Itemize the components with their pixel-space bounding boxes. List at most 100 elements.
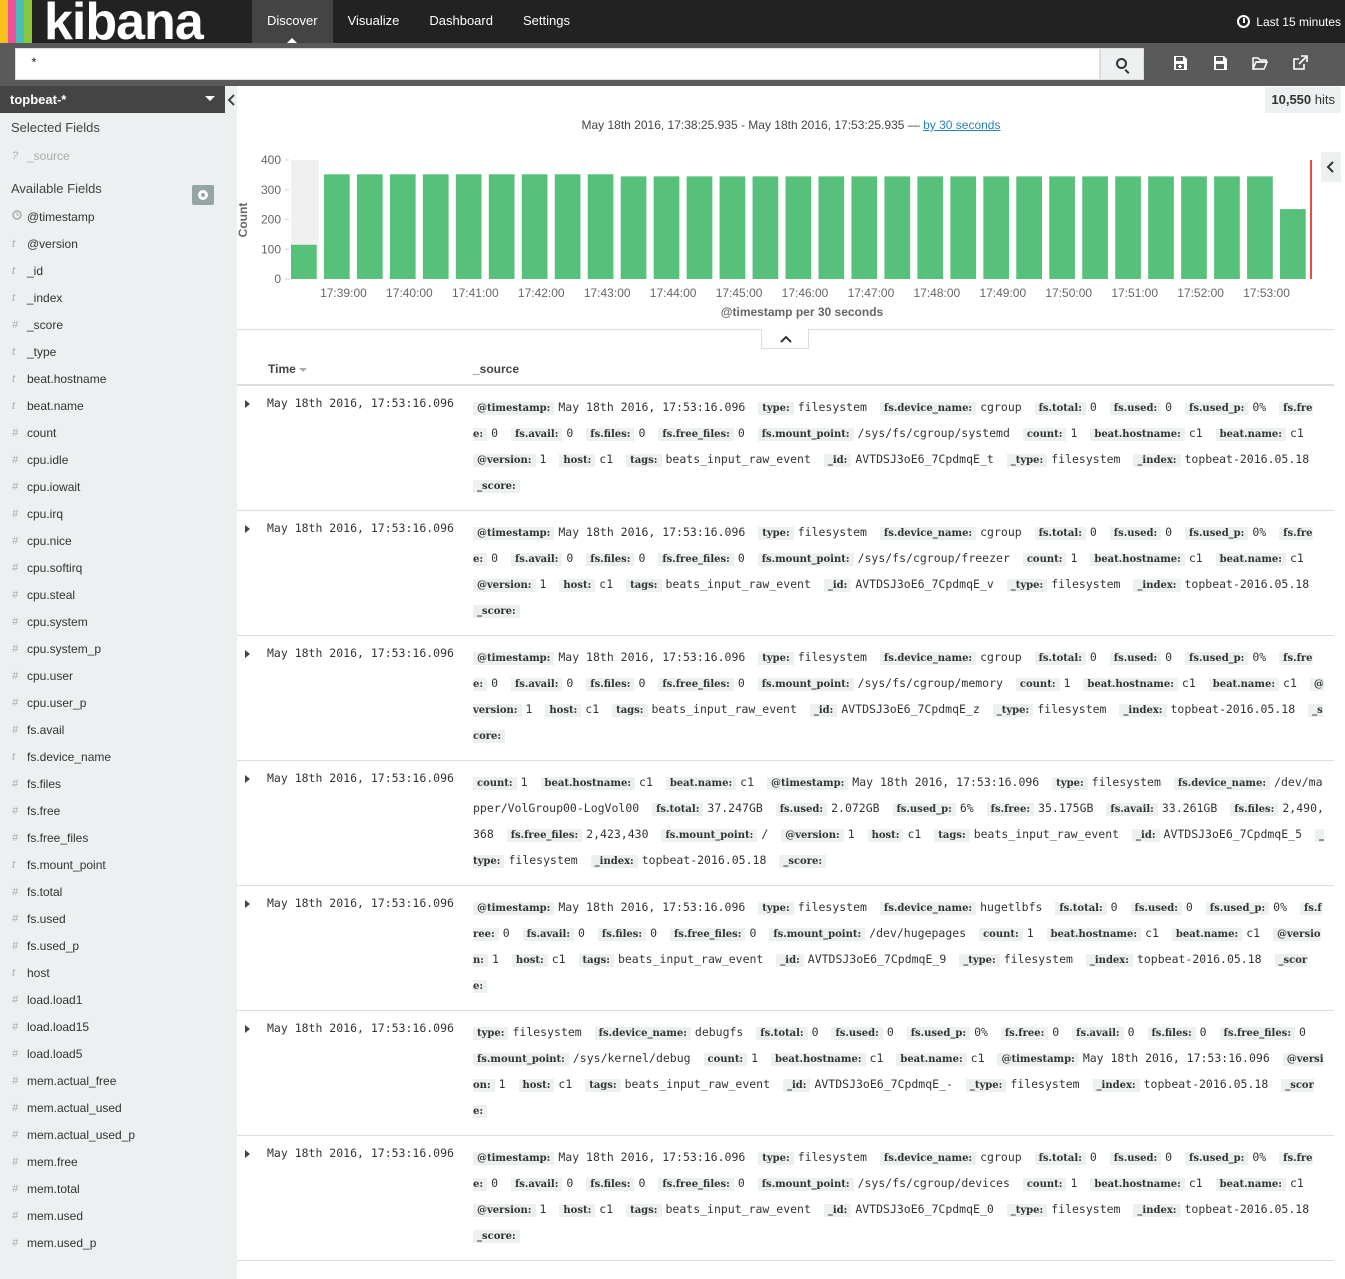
field-fs-files[interactable]: # fs.files bbox=[0, 771, 237, 798]
source-value: /dev/hugepages bbox=[869, 926, 967, 940]
expand-row-icon[interactable] bbox=[245, 775, 250, 783]
x-tick-label: 17:41:00 bbox=[452, 286, 499, 300]
field-cpu-system[interactable]: # cpu.system bbox=[0, 609, 237, 636]
source-value: beats_input_raw_event bbox=[651, 702, 797, 716]
source-key: fs.free_files: bbox=[669, 928, 746, 941]
field-fs-free[interactable]: # fs.free bbox=[0, 798, 237, 825]
source-key: _index: bbox=[1133, 454, 1181, 467]
field-cpu-iowait[interactable]: # cpu.iowait bbox=[0, 474, 237, 501]
field-mem-used-p[interactable]: # mem.used_p bbox=[0, 1230, 237, 1257]
field-cpu-nice[interactable]: # cpu.nice bbox=[0, 528, 237, 555]
table-row[interactable]: May 18th 2016, 17:53:16.096 type: filesyst… bbox=[237, 1011, 1334, 1136]
histogram-bar bbox=[521, 174, 548, 279]
field-mem-actual-used[interactable]: # mem.actual_used bbox=[0, 1095, 237, 1122]
field-mem-actual-free[interactable]: # mem.actual_free bbox=[0, 1068, 237, 1095]
field-load-load1[interactable]: # load.load1 bbox=[0, 987, 237, 1014]
field-fs-used-p[interactable]: # fs.used_p bbox=[0, 933, 237, 960]
row-source: @timestamp: May 18th 2016, 17:53:16.096 t… bbox=[473, 1145, 1325, 1249]
chart-collapse-tab[interactable] bbox=[1321, 152, 1341, 182]
share-search-icon[interactable] bbox=[1292, 55, 1308, 71]
field-mem-total[interactable]: # mem.total bbox=[0, 1176, 237, 1203]
nav-discover[interactable]: Discover bbox=[252, 0, 333, 43]
string-field-icon: t bbox=[12, 967, 16, 979]
field-version[interactable]: t @version bbox=[0, 231, 237, 258]
field-load-load5[interactable]: # load.load5 bbox=[0, 1041, 237, 1068]
table-row[interactable]: May 18th 2016, 17:53:16.096 @timestamp: Ma… bbox=[237, 1136, 1334, 1261]
source-key: @version: bbox=[781, 829, 844, 842]
field-beat-name[interactable]: t beat.name bbox=[0, 393, 237, 420]
table-row[interactable]: May 18th 2016, 17:53:16.096 @timestamp: Ma… bbox=[237, 886, 1334, 1011]
string-field-icon: t bbox=[12, 292, 16, 304]
histogram-bar bbox=[1247, 176, 1273, 279]
x-tick-label: 17:50:00 bbox=[1045, 286, 1092, 300]
index-pattern-selector[interactable]: topbeat-* bbox=[0, 86, 225, 113]
table-row[interactable]: May 18th 2016, 17:53:16.096 @timestamp: Ma… bbox=[237, 386, 1334, 511]
field-mem-actual-used-p[interactable]: # mem.actual_used_p bbox=[0, 1122, 237, 1149]
nav-settings[interactable]: Settings bbox=[508, 0, 585, 43]
collapse-chart-button[interactable] bbox=[761, 329, 809, 349]
expand-row-icon[interactable] bbox=[245, 525, 250, 533]
field-host[interactable]: t host bbox=[0, 960, 237, 987]
source-key: beat.hostname: bbox=[540, 777, 636, 790]
source-key: _id: bbox=[809, 704, 838, 717]
source-key: fs.used: bbox=[1109, 1152, 1162, 1165]
field-fs-avail[interactable]: # fs.avail bbox=[0, 717, 237, 744]
table-row[interactable]: May 18th 2016, 17:53:16.096 @timestamp: Ma… bbox=[237, 636, 1334, 761]
top-nav: kibana Discover Visualize Dashboard Setting… bbox=[0, 0, 1345, 43]
source-key: host: bbox=[559, 1204, 596, 1217]
table-row[interactable]: May 18th 2016, 17:53:16.096 @timestamp: Ma… bbox=[237, 511, 1334, 636]
open-search-icon[interactable] bbox=[1251, 55, 1269, 71]
table-row[interactable]: May 18th 2016, 17:53:16.096 count: 1 beat.… bbox=[237, 761, 1334, 886]
source-key: @timestamp: bbox=[473, 902, 555, 915]
interval-link[interactable]: by 30 seconds bbox=[923, 118, 1000, 132]
kibana-logo[interactable]: kibana bbox=[0, 0, 240, 43]
save-search-icon[interactable] bbox=[1212, 55, 1228, 71]
field-mem-free[interactable]: # mem.free bbox=[0, 1149, 237, 1176]
field-cpu-system-p[interactable]: # cpu.system_p bbox=[0, 636, 237, 663]
field-fs-free-files[interactable]: # fs.free_files bbox=[0, 825, 237, 852]
field-id[interactable]: t _id bbox=[0, 258, 237, 285]
field-beat-hostname[interactable]: t beat.hostname bbox=[0, 366, 237, 393]
field-cpu-user[interactable]: # cpu.user bbox=[0, 663, 237, 690]
field-cpu-irq[interactable]: # cpu.irq bbox=[0, 501, 237, 528]
source-key: fs.total: bbox=[1055, 902, 1107, 915]
field-cpu-user-p[interactable]: # cpu.user_p bbox=[0, 690, 237, 717]
field-count[interactable]: # count bbox=[0, 420, 237, 447]
expand-row-icon[interactable] bbox=[245, 900, 250, 908]
field-score[interactable]: # _score bbox=[0, 312, 237, 339]
field-source[interactable]: ? _source bbox=[0, 143, 237, 170]
x-tick-label: 17:44:00 bbox=[650, 286, 697, 300]
new-search-icon[interactable] bbox=[1172, 55, 1188, 71]
field-fs-device-name[interactable]: t fs.device_name bbox=[0, 744, 237, 771]
field-type[interactable]: t _type bbox=[0, 339, 237, 366]
field-cpu-softirq[interactable]: # cpu.softirq bbox=[0, 555, 237, 582]
field-fs-used[interactable]: # fs.used bbox=[0, 906, 237, 933]
expand-row-icon[interactable] bbox=[245, 1150, 250, 1158]
nav-visualize[interactable]: Visualize bbox=[333, 0, 415, 43]
source-value: topbeat-2016.05.18 bbox=[1136, 952, 1262, 966]
field-fs-mount-point[interactable]: t fs.mount_point bbox=[0, 852, 237, 879]
source-key: fs.free_files: bbox=[658, 553, 734, 566]
nav-dashboard[interactable]: Dashboard bbox=[414, 0, 508, 43]
timepicker[interactable]: Last 15 minutes bbox=[1237, 0, 1341, 43]
gear-icon[interactable] bbox=[192, 185, 214, 205]
expand-row-icon[interactable] bbox=[245, 1025, 250, 1033]
field-name: mem.actual_free bbox=[27, 1074, 117, 1088]
search-button[interactable] bbox=[1100, 48, 1144, 80]
field-timestamp[interactable]: @timestamp bbox=[0, 204, 237, 231]
time-column-header[interactable]: Time bbox=[268, 362, 307, 376]
expand-row-icon[interactable] bbox=[245, 400, 250, 408]
collapse-sidebar-icon[interactable] bbox=[226, 94, 236, 106]
field-cpu-idle[interactable]: # cpu.idle bbox=[0, 447, 237, 474]
expand-row-icon[interactable] bbox=[245, 650, 250, 658]
source-key: @version: bbox=[473, 1204, 536, 1217]
search-input[interactable]: * bbox=[15, 48, 1100, 80]
field-fs-total[interactable]: # fs.total bbox=[0, 879, 237, 906]
field-mem-used[interactable]: # mem.used bbox=[0, 1203, 237, 1230]
source-key: fs.used_p: bbox=[906, 1027, 971, 1040]
field-load-load15[interactable]: # load.load15 bbox=[0, 1014, 237, 1041]
field-name: mem.actual_used bbox=[27, 1101, 122, 1115]
field-index[interactable]: t _index bbox=[0, 285, 237, 312]
source-value: c1 bbox=[558, 1077, 573, 1091]
field-cpu-steal[interactable]: # cpu.steal bbox=[0, 582, 237, 609]
